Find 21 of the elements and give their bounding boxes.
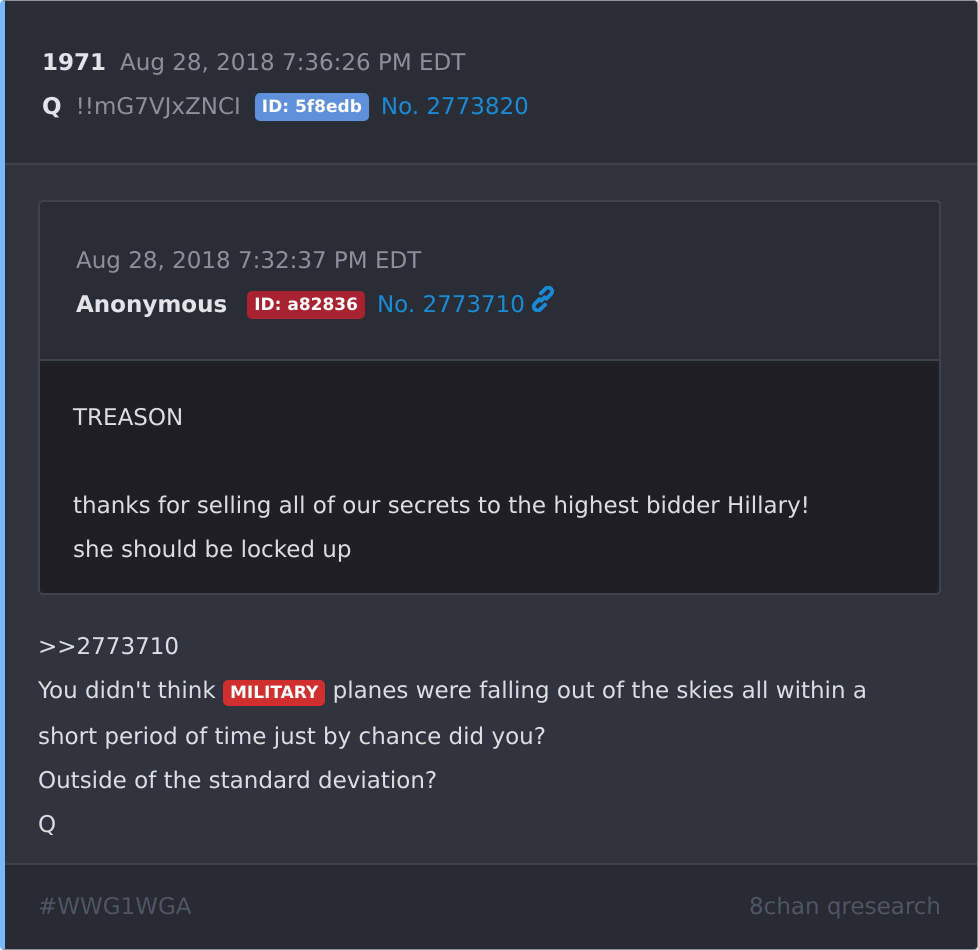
id-badge: ID: a82836 — [247, 291, 365, 319]
post-text: >>2773710 — [38, 634, 179, 660]
post-text: Q — [38, 812, 56, 838]
quoted-text: TREASON — [73, 405, 184, 431]
post-text: planes were falling out of the skies all within a — [332, 678, 867, 704]
author-name: Q — [42, 93, 62, 122]
post-text: Outside of the standard deviation? — [38, 768, 438, 794]
post-number: 1971 — [42, 49, 106, 78]
quoted-author-name: Anonymous — [76, 291, 228, 320]
post-number-link[interactable]: No. 2773710 — [376, 283, 525, 327]
keyword-badge: MILITARY — [222, 680, 326, 706]
tripcode: !!mG7VJxZNCI — [76, 93, 241, 122]
link-icon[interactable] — [530, 286, 557, 312]
quoted-text: she should be locked up — [73, 537, 352, 563]
quoted-text: thanks for selling all of our secrets to the highest bidder Hillary! — [73, 493, 810, 519]
post-text: You didn't think — [38, 678, 216, 704]
post-number-link[interactable]: No. 2773820 — [380, 85, 529, 129]
post-timestamp: Aug 28, 2018 7:36:26 PM EDT — [120, 49, 466, 78]
id-badge: ID: 5f8edb — [254, 93, 369, 121]
quoted-timestamp: Aug 28, 2018 7:32:37 PM EDT — [76, 247, 422, 276]
post-text: short period of time just by chance did you? — [38, 724, 546, 750]
